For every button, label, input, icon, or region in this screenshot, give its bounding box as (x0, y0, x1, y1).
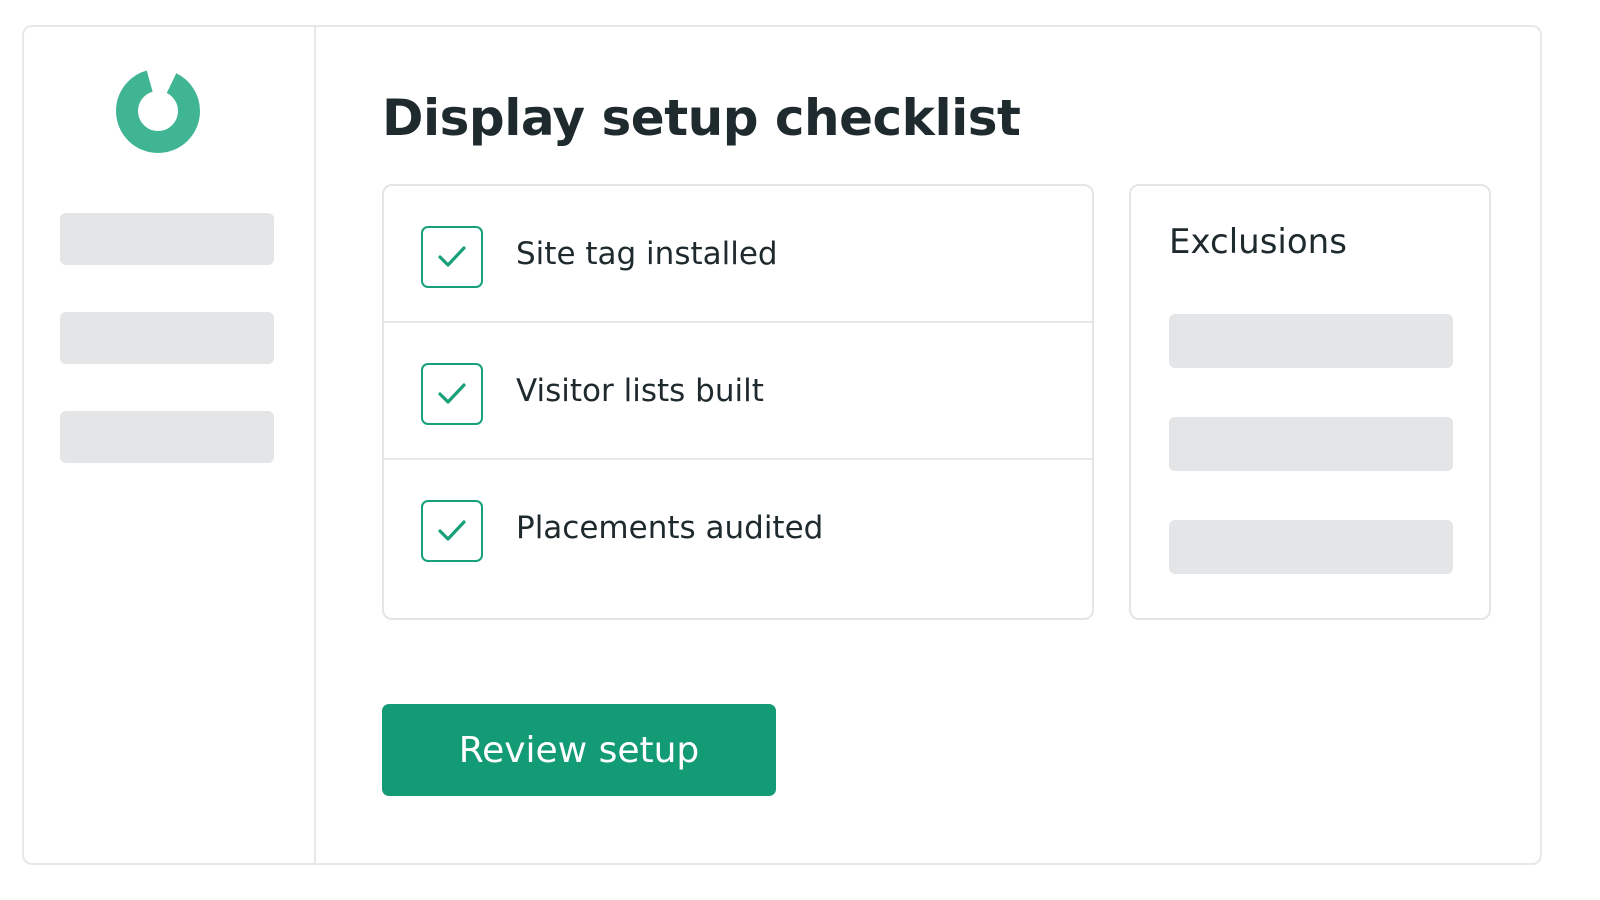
checklist-item-label: Visitor lists built (516, 373, 764, 409)
sidebar (24, 27, 316, 863)
main-content: Display setup checklist Site tag install… (316, 27, 1540, 863)
checklist-item: Site tag installed (384, 186, 1092, 323)
sidebar-nav-item-placeholder[interactable] (60, 312, 274, 364)
sidebar-nav-item-placeholder[interactable] (60, 411, 274, 463)
check-icon (438, 246, 466, 267)
exclusion-item-placeholder[interactable] (1169, 417, 1453, 471)
checklist-checkbox[interactable] (421, 363, 483, 425)
exclusions-card: Exclusions (1129, 184, 1491, 620)
page-title: Display setup checklist (382, 89, 1021, 147)
checklist-card: Site tag installed Visitor lists built P… (382, 184, 1094, 620)
exclusions-title: Exclusions (1169, 222, 1347, 262)
sidebar-nav-item-placeholder[interactable] (60, 213, 274, 265)
ring-logo-icon (116, 69, 200, 153)
checklist-checkbox[interactable] (421, 500, 483, 562)
checklist-item: Visitor lists built (384, 323, 1092, 460)
exclusion-item-placeholder[interactable] (1169, 520, 1453, 574)
check-icon (438, 520, 466, 541)
checklist-item-label: Placements audited (516, 510, 824, 546)
exclusion-item-placeholder[interactable] (1169, 314, 1453, 368)
review-setup-button[interactable]: Review setup (382, 704, 776, 796)
checklist-item-label: Site tag installed (516, 236, 778, 272)
app-window: Display setup checklist Site tag install… (22, 25, 1542, 865)
checklist-item: Placements audited (384, 460, 1092, 597)
check-icon (438, 383, 466, 404)
checklist-checkbox[interactable] (421, 226, 483, 288)
